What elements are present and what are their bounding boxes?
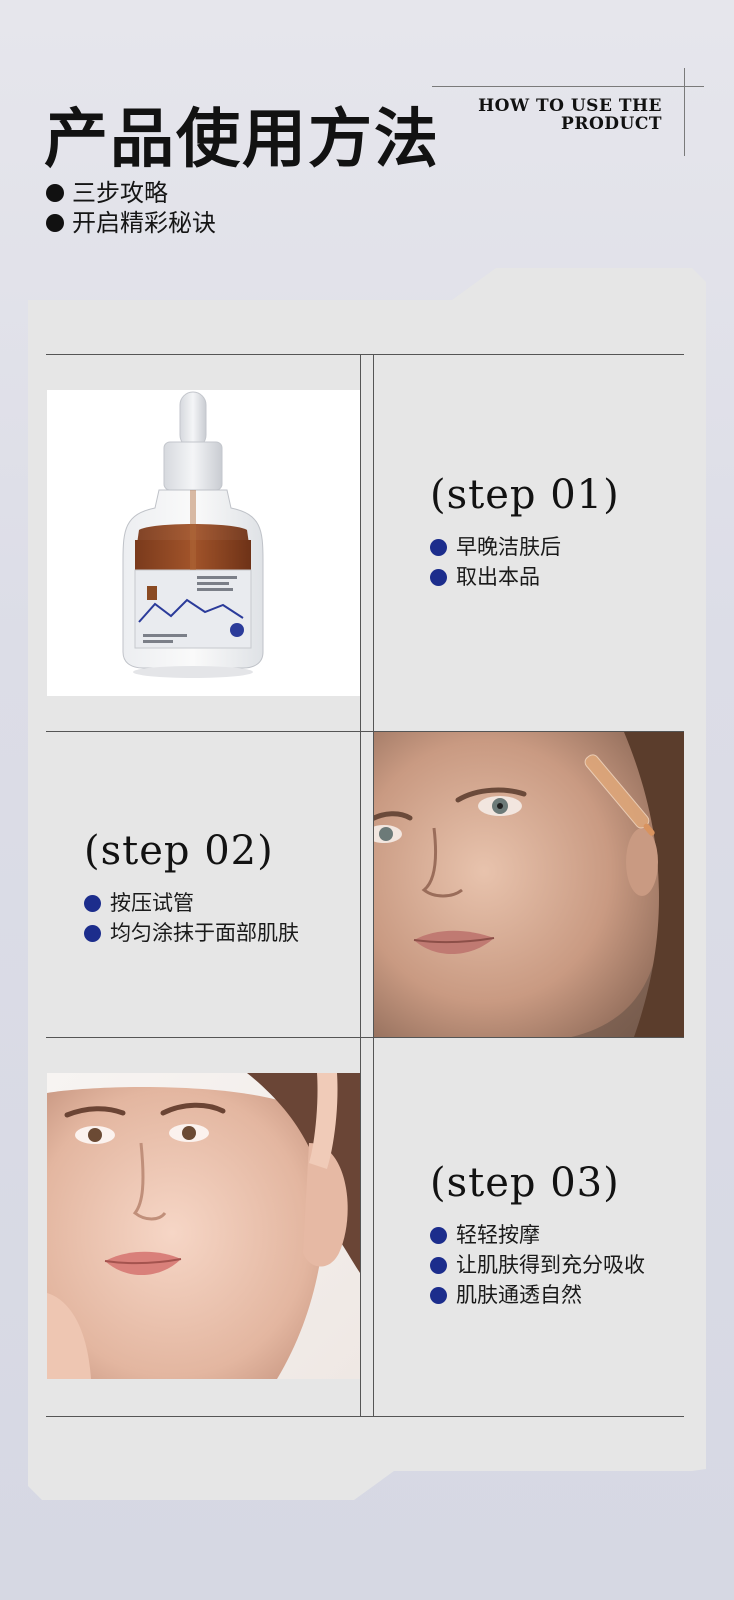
face-dropper-image (374, 732, 684, 1037)
decorative-line (684, 68, 685, 156)
list-item-text: 肌肤通透自然 (456, 1283, 582, 1307)
bullet-dot-icon (46, 214, 64, 232)
page: 产品使用方法 三步攻略 开启精彩秘诀 HOW TO USE THE PRODUC… (0, 0, 734, 1600)
bullet-dot-icon (46, 184, 64, 202)
intro-bullet: 三步攻略 (46, 178, 216, 208)
step-heading: (step 01) (430, 472, 620, 518)
step-items: 早晚洁肤后 取出本品 (430, 532, 620, 592)
english-title-line: HOW TO USE THE (478, 96, 662, 116)
grid-line (360, 354, 361, 1417)
english-title-line: PRODUCT (561, 114, 662, 134)
bullet-dot-icon (84, 924, 101, 942)
bullet-dot-icon (430, 1226, 447, 1244)
list-item-text: 早晚洁肤后 (456, 535, 561, 559)
list-item: 肌肤通透自然 (430, 1280, 645, 1310)
serum-bottle-icon (122, 391, 264, 678)
decorative-line (432, 86, 704, 87)
intro-bullet-text: 三步攻略 (72, 179, 168, 207)
list-item-text: 轻轻按摩 (456, 1223, 540, 1247)
bottle-image (47, 390, 360, 696)
step-items: 轻轻按摩 让肌肤得到充分吸收 肌肤通透自然 (430, 1220, 645, 1310)
model-face-icon (374, 732, 684, 1037)
step-heading: (step 02) (84, 828, 274, 874)
list-item: 按压试管 (84, 888, 299, 918)
bullet-dot-icon (430, 1286, 447, 1304)
list-item-text: 按压试管 (110, 891, 194, 915)
intro-bullets: 三步攻略 开启精彩秘诀 (46, 178, 216, 238)
model-face-icon (47, 1073, 360, 1379)
english-title: HOW TO USE THE PRODUCT (478, 97, 662, 133)
list-item: 轻轻按摩 (430, 1220, 645, 1250)
list-item-text: 让肌肤得到充分吸收 (456, 1253, 645, 1277)
list-item: 早晚洁肤后 (430, 532, 620, 562)
step-03: (step 03) 轻轻按摩 让肌肤得到充分吸收 肌肤通透自然 (430, 1160, 645, 1310)
intro-bullet: 开启精彩秘诀 (46, 208, 216, 238)
step-heading: (step 03) (430, 1160, 620, 1206)
list-item-text: 均匀涂抹于面部肌肤 (110, 921, 299, 945)
grid-line (46, 1037, 684, 1038)
bullet-dot-icon (430, 568, 447, 586)
page-title: 产品使用方法 (44, 103, 440, 177)
bullet-dot-icon (84, 894, 101, 912)
grid-line (46, 354, 684, 355)
grid-line (46, 1416, 684, 1417)
step-01: (step 01) 早晚洁肤后 取出本品 (430, 472, 620, 592)
list-item: 让肌肤得到充分吸收 (430, 1250, 645, 1280)
list-item-text: 取出本品 (456, 565, 540, 589)
list-item: 均匀涂抹于面部肌肤 (84, 918, 299, 948)
step-02: (step 02) 按压试管 均匀涂抹于面部肌肤 (84, 828, 299, 948)
face-hand-image (47, 1073, 360, 1379)
bullet-dot-icon (430, 1256, 447, 1274)
bullet-dot-icon (430, 538, 447, 556)
list-item: 取出本品 (430, 562, 620, 592)
intro-bullet-text: 开启精彩秘诀 (72, 209, 216, 237)
step-items: 按压试管 均匀涂抹于面部肌肤 (84, 888, 299, 948)
